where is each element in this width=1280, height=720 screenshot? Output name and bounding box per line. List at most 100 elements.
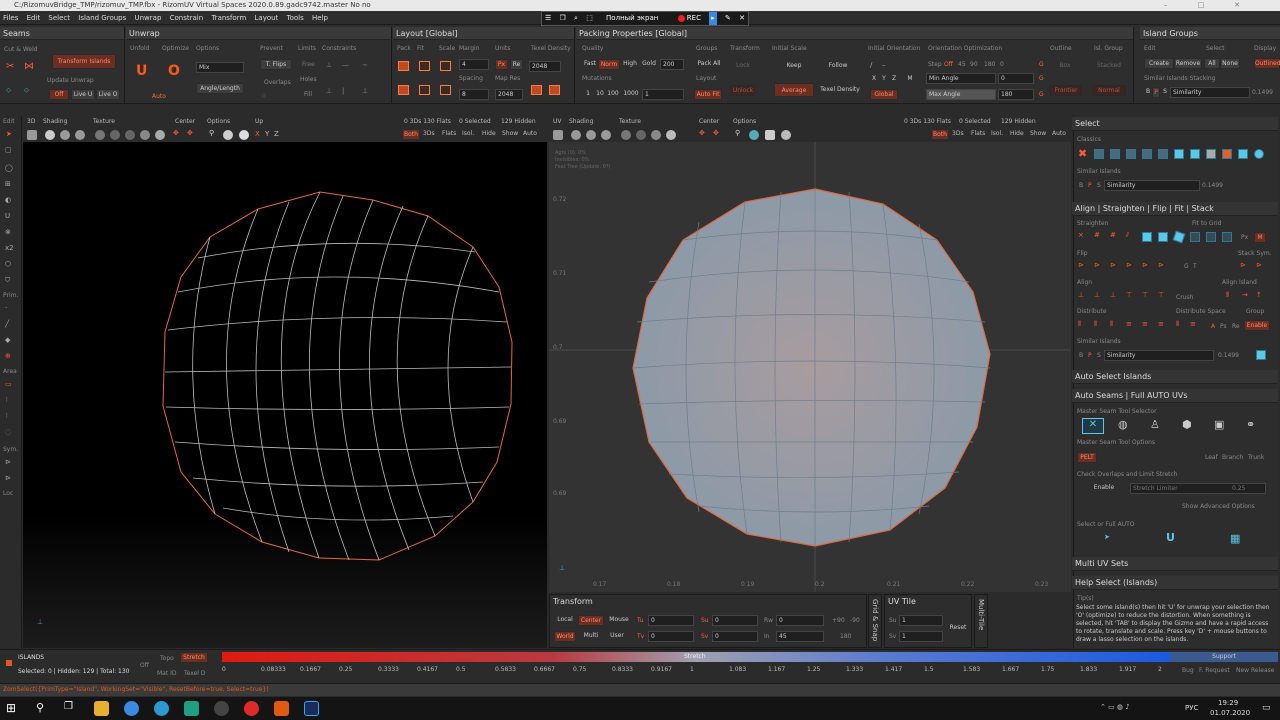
leaf-button[interactable]: Leaf (1205, 454, 1218, 461)
cube-icon[interactable]: ⬡ (5, 260, 11, 268)
seam-plane-tool-icon[interactable]: ▣ (1214, 418, 1224, 431)
symmetry-2-icon[interactable]: ⊳ (5, 474, 11, 482)
gold-button[interactable]: Gold (640, 59, 658, 70)
multi-uv-sets-title[interactable]: Multi UV Sets (1072, 557, 1278, 571)
auto-select-title[interactable]: Auto Select Islands (1072, 370, 1278, 384)
menu-unwrap[interactable]: Unwrap (135, 14, 162, 22)
3dsmax-icon[interactable] (184, 701, 199, 716)
update-off-button[interactable]: Off (49, 89, 69, 100)
mutation-100-button[interactable]: 100 (606, 89, 620, 100)
shade-wire-icon[interactable] (60, 130, 70, 140)
polygon-icon[interactable]: ◆ (5, 336, 10, 344)
fit-grid-2-icon[interactable] (1206, 232, 1216, 242)
menu-help[interactable]: Help (312, 14, 328, 22)
select-icon-1[interactable] (1094, 149, 1104, 159)
menu-layout[interactable]: Layout (255, 14, 279, 22)
fit-icon[interactable] (419, 61, 430, 71)
crop-icon[interactable]: ⬚ (586, 12, 593, 25)
mutation-1-button[interactable]: 1 (582, 89, 594, 100)
ig-outlined-button[interactable]: Outlined (1254, 58, 1280, 69)
viewport-uv[interactable]: UV Shading Texture Center Options 0 3Ds … (549, 116, 1071, 592)
clock-date[interactable]: 01.07.2020 (1210, 709, 1250, 717)
tu-input[interactable]: 0 (648, 615, 694, 626)
flip-g-button[interactable]: G (1184, 263, 1189, 270)
mutation-10-button[interactable]: 10 (594, 89, 606, 100)
up-z-button[interactable]: Z (274, 130, 279, 138)
uv-shade-1-icon[interactable] (571, 130, 581, 140)
select-auto-icon[interactable]: ➤ (1104, 533, 1110, 541)
select-icon-7[interactable] (1190, 149, 1200, 159)
live-u-button[interactable]: Live U (71, 89, 95, 100)
pelt-button[interactable]: PELT (1077, 452, 1097, 463)
uv-isol-button[interactable]: Isol. (991, 130, 1003, 137)
trunk-button[interactable]: Trunk (1248, 454, 1264, 461)
su-input[interactable]: 0 (712, 615, 758, 626)
seam-figure-tool-icon[interactable]: ♙ (1150, 418, 1160, 431)
align-constraint-icon[interactable]: ∼ (362, 61, 368, 69)
align-2-icon[interactable]: ⊥ (1094, 291, 1100, 299)
optimize-icon[interactable]: O (168, 63, 180, 79)
grid-icon[interactable]: ⊞ (5, 180, 11, 188)
frontier-button[interactable]: Frontier (1050, 85, 1082, 96)
fit-grid-1-icon[interactable] (1190, 232, 1200, 242)
sv-input[interactable]: 0 (712, 631, 758, 642)
status-off-button[interactable]: Off (140, 662, 149, 669)
uv-hide-button[interactable]: Hide (1010, 130, 1024, 137)
flip-6-icon[interactable]: ⊳ (1158, 261, 1164, 269)
select-icon-10[interactable] (1238, 149, 1248, 159)
unlock-button[interactable]: Unlock (730, 85, 756, 96)
fit-2-icon[interactable] (1158, 232, 1168, 242)
texture-checker-icon[interactable] (110, 130, 120, 140)
ig-similarity-field[interactable]: Similarity (1170, 87, 1250, 98)
norm-button[interactable]: Norm (598, 59, 620, 70)
group-enable-button[interactable]: Enable (1244, 320, 1270, 331)
ig-similarity-value[interactable]: 0.1499 (1252, 89, 1273, 96)
show-advanced-button[interactable]: Show Advanced Options (1182, 503, 1255, 510)
menu-icon[interactable]: ☰ (545, 12, 551, 25)
close-icon[interactable]: ✕ (739, 12, 745, 25)
grid-snap-tab[interactable]: Grid & Snap (868, 594, 882, 648)
menu-select[interactable]: Select (48, 14, 70, 22)
fit-px-button[interactable]: Px (1241, 234, 1248, 241)
texture-1-icon[interactable] (95, 130, 105, 140)
vp3d-auto-button[interactable]: Auto (523, 130, 537, 137)
flip-t-button[interactable]: T (1193, 263, 1197, 270)
edge-2-icon[interactable]: | (342, 87, 344, 95)
ig-s-button[interactable]: S (1161, 87, 1169, 98)
align-3-icon[interactable]: ⊥ (1110, 291, 1116, 299)
distribute-re-button[interactable]: Re (1232, 323, 1240, 330)
mat-id-button[interactable]: Mat ID (157, 670, 177, 677)
shield-icon[interactable]: ⛉ (5, 276, 10, 285)
seam-box-tool-icon[interactable]: ⬢ (1182, 418, 1192, 431)
feature-request-link[interactable]: F. Request (1199, 667, 1230, 674)
vp3d-flats-button[interactable]: Flats (442, 130, 456, 137)
orient-slash-icon[interactable]: / (870, 61, 872, 69)
px-toggle[interactable]: Px (495, 59, 508, 70)
fullscreen-button[interactable]: Полный экран (606, 12, 658, 25)
weld-icon[interactable]: ⋈ (24, 61, 34, 72)
menu-edit[interactable]: Edit (27, 14, 41, 22)
flip-5-icon[interactable]: ⊳ (1142, 261, 1148, 269)
pen-icon[interactable]: ✎ (725, 12, 731, 25)
island-icon[interactable]: ⊕ (5, 352, 11, 360)
zoom-icon[interactable]: ⌕ (574, 12, 578, 25)
align-p-button[interactable]: P (1088, 352, 1092, 359)
straighten-1-icon[interactable]: ⨯ (1078, 231, 1084, 239)
world-button[interactable]: World (554, 631, 576, 642)
rotate-180-button[interactable]: 180 (840, 633, 851, 640)
fit-2-icon[interactable] (419, 85, 430, 95)
viewport-3d[interactable]: 3D Shading Texture Center Options Up 0 3… (23, 116, 547, 648)
clock-time[interactable]: 19:29 (1218, 699, 1238, 707)
step-180-button[interactable]: 180 (984, 61, 995, 68)
seam-tool-2-icon[interactable]: ⬦ (24, 86, 29, 95)
uv-center-2-icon[interactable]: ✥ (713, 129, 719, 137)
mouse-button[interactable]: Mouse (606, 615, 632, 626)
uv-texture-4-icon[interactable] (666, 130, 676, 140)
area-lasso-icon[interactable]: ◌ (5, 428, 11, 436)
angle-length-select[interactable]: Angle/Length (196, 83, 244, 94)
pin-icon[interactable]: ⊥ (326, 61, 332, 69)
seam-link-tool-icon[interactable]: ⚭ (1246, 418, 1255, 431)
tray-icons[interactable]: ⌃ ▭ ◍ ♪ (1100, 703, 1130, 711)
t-flips-button[interactable]: T. Flips (260, 59, 292, 70)
fit-m-button[interactable]: M (1254, 232, 1266, 243)
